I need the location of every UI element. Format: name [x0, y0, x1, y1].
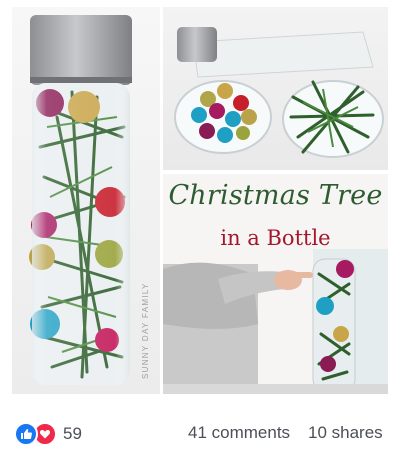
- supplies-photo[interactable]: [163, 7, 388, 170]
- thumbs-up-icon: [14, 422, 38, 446]
- reactions-summary[interactable]: 59: [14, 422, 82, 446]
- bottle-illustration: [29, 15, 132, 385]
- comments-link[interactable]: 41 comments: [188, 423, 290, 443]
- shares-link[interactable]: 10 shares: [308, 423, 383, 443]
- post-engagement-bar: 59 41 comments 10 shares: [0, 410, 400, 450]
- bottle-photo[interactable]: SUNNY DAY FAMILY: [12, 7, 160, 394]
- post-image-collage[interactable]: SUNNY DAY FAMILY Christmas Tree in a Bot…: [12, 7, 388, 394]
- supplies-illustration: [174, 27, 384, 158]
- reaction-count[interactable]: 59: [63, 424, 82, 444]
- post-title-line2: in a Bottle: [220, 226, 331, 250]
- watermark-text: SUNNY DAY FAMILY: [141, 282, 150, 379]
- post-title-line1: Christmas Tree: [168, 180, 383, 211]
- title-photo[interactable]: Christmas Tree in a Bottle: [163, 174, 388, 394]
